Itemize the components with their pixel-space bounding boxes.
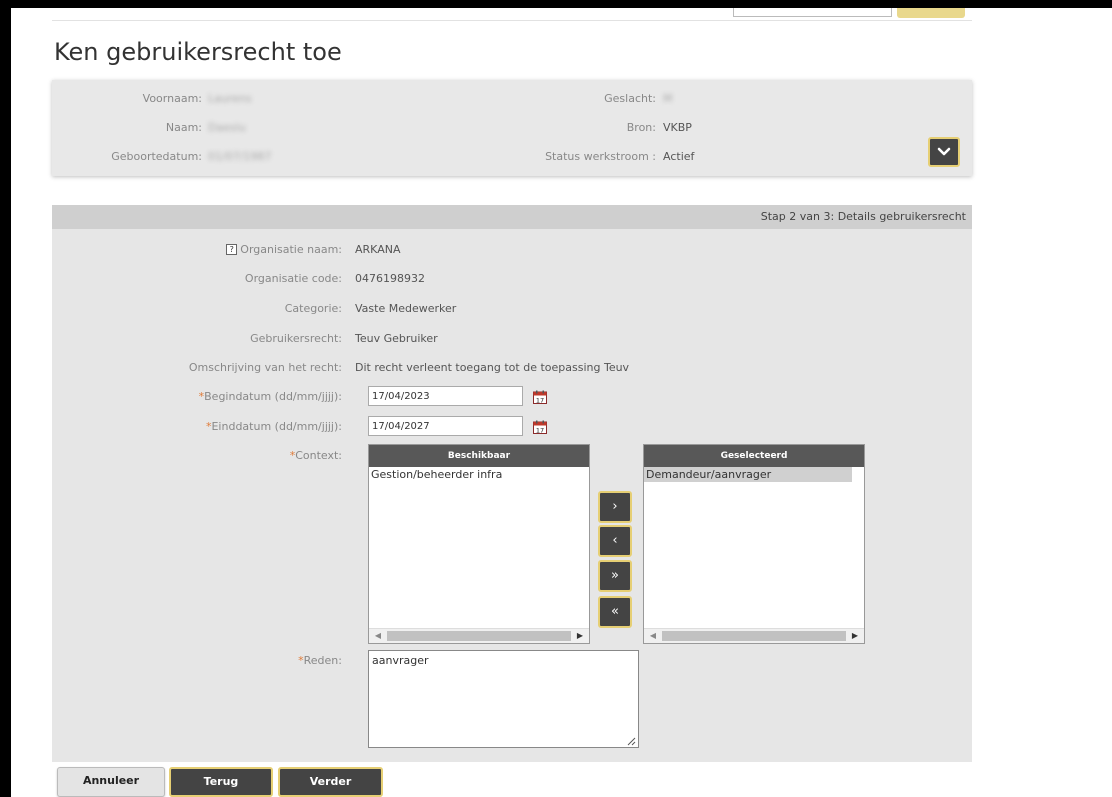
page-title: Ken gebruikersrecht toe <box>54 38 342 66</box>
scrollbar-thumb[interactable] <box>387 631 571 641</box>
svg-text:17: 17 <box>536 426 544 434</box>
list-item[interactable]: Gestion/beheerder infra <box>369 467 589 482</box>
org-code-value: 0476198932 <box>355 272 425 285</box>
source-label: Bron: <box>626 121 656 134</box>
horizontal-scrollbar[interactable]: ◀ ▶ <box>369 628 589 643</box>
begin-date-label-text: Begindatum (dd/mm/jjjj): <box>204 390 342 403</box>
org-code-label: Organisatie code: <box>244 272 342 285</box>
category-value: Vaste Medewerker <box>355 302 457 315</box>
begin-date-input[interactable] <box>368 386 523 406</box>
back-button[interactable]: Terug <box>169 767 273 797</box>
right-description-label: Omschrijving van het recht: <box>188 361 342 374</box>
available-list[interactable]: Beschikbaar Gestion/beheerder infra ◀ ▶ <box>368 444 590 644</box>
org-name-label: ? Organisatie naam: <box>226 243 342 256</box>
scroll-right-arrow-icon[interactable]: ▶ <box>574 630 586 642</box>
cancel-button[interactable]: Annuleer <box>57 767 165 797</box>
calendar-icon[interactable]: 17 <box>533 420 547 434</box>
begin-date-label: *Begindatum (dd/mm/jjjj): <box>199 390 342 403</box>
last-name-value: Daeslu <box>208 121 246 134</box>
end-date-label: *Einddatum (dd/mm/jjjj): <box>206 420 342 433</box>
org-name-label-text: Organisatie naam: <box>240 243 342 256</box>
top-button[interactable] <box>897 8 965 18</box>
reason-textarea[interactable]: aanvrager <box>368 650 639 748</box>
context-label: *Context: <box>290 449 342 462</box>
step-text: Stap 2 van 3: Details gebruikersrecht <box>760 210 966 223</box>
category-label: Categorie: <box>284 302 342 315</box>
first-name-value: Laurens <box>208 92 252 105</box>
step-indicator: Stap 2 van 3: Details gebruikersrecht <box>52 205 972 229</box>
top-search-input[interactable] <box>733 8 892 17</box>
scrollbar-thumb[interactable] <box>662 631 846 641</box>
birthdate-value: 01/07/1987 <box>208 150 272 163</box>
scroll-left-arrow-icon[interactable]: ◀ <box>647 630 659 642</box>
org-name-value: ARKANA <box>355 243 401 256</box>
svg-text:17: 17 <box>536 396 544 404</box>
last-name-label: Naam: <box>165 121 202 134</box>
scroll-right-arrow-icon[interactable]: ▶ <box>849 630 861 642</box>
available-list-header: Beschikbaar <box>369 445 589 467</box>
end-date-input[interactable] <box>368 416 523 436</box>
context-label-text: Context: <box>295 449 342 462</box>
expand-user-details-button[interactable] <box>928 137 960 167</box>
right-description-value: Dit recht verleent toegang tot de toepas… <box>355 361 630 374</box>
scroll-left-arrow-icon[interactable]: ◀ <box>372 630 384 642</box>
gender-label: Geslacht: <box>604 92 656 105</box>
workflow-status-value: Actief <box>663 150 695 163</box>
user-summary-panel: Voornaam: Laurens Naam: Daeslu Geboorted… <box>52 80 972 176</box>
move-all-left-button[interactable]: « <box>598 596 632 628</box>
end-date-label-text: Einddatum (dd/mm/jjjj): <box>211 420 342 433</box>
window-frame-left <box>0 0 11 797</box>
move-selected-left-button[interactable]: ‹ <box>598 525 632 557</box>
chevron-down-icon <box>937 147 951 156</box>
calendar-icon[interactable]: 17 <box>533 390 547 404</box>
move-selected-right-button[interactable]: › <box>598 491 632 523</box>
user-right-value: Teuv Gebruiker <box>355 332 438 345</box>
selected-list-header: Geselecteerd <box>644 445 864 467</box>
selected-list[interactable]: Geselecteerd Demandeur/aanvrager ◀ ▶ <box>643 444 865 644</box>
birthdate-label: Geboortedatum: <box>111 150 202 163</box>
list-item[interactable]: Demandeur/aanvrager <box>644 467 852 482</box>
user-right-label: Gebruikersrecht: <box>250 332 342 345</box>
move-all-right-button[interactable]: » <box>598 560 632 592</box>
resize-grip-icon[interactable] <box>627 737 636 746</box>
reason-label-text: Reden: <box>303 654 342 667</box>
reason-label: *Reden: <box>298 654 342 667</box>
first-name-label: Voornaam: <box>142 92 202 105</box>
horizontal-scrollbar[interactable]: ◀ ▶ <box>644 628 864 643</box>
help-icon[interactable]: ? <box>226 244 238 255</box>
window-frame-top <box>0 0 1112 8</box>
source-value: VKBP <box>663 121 692 134</box>
next-button[interactable]: Verder <box>278 767 383 797</box>
gender-value: M <box>663 92 673 105</box>
workflow-status-label: Status werkstroom : <box>545 150 656 163</box>
